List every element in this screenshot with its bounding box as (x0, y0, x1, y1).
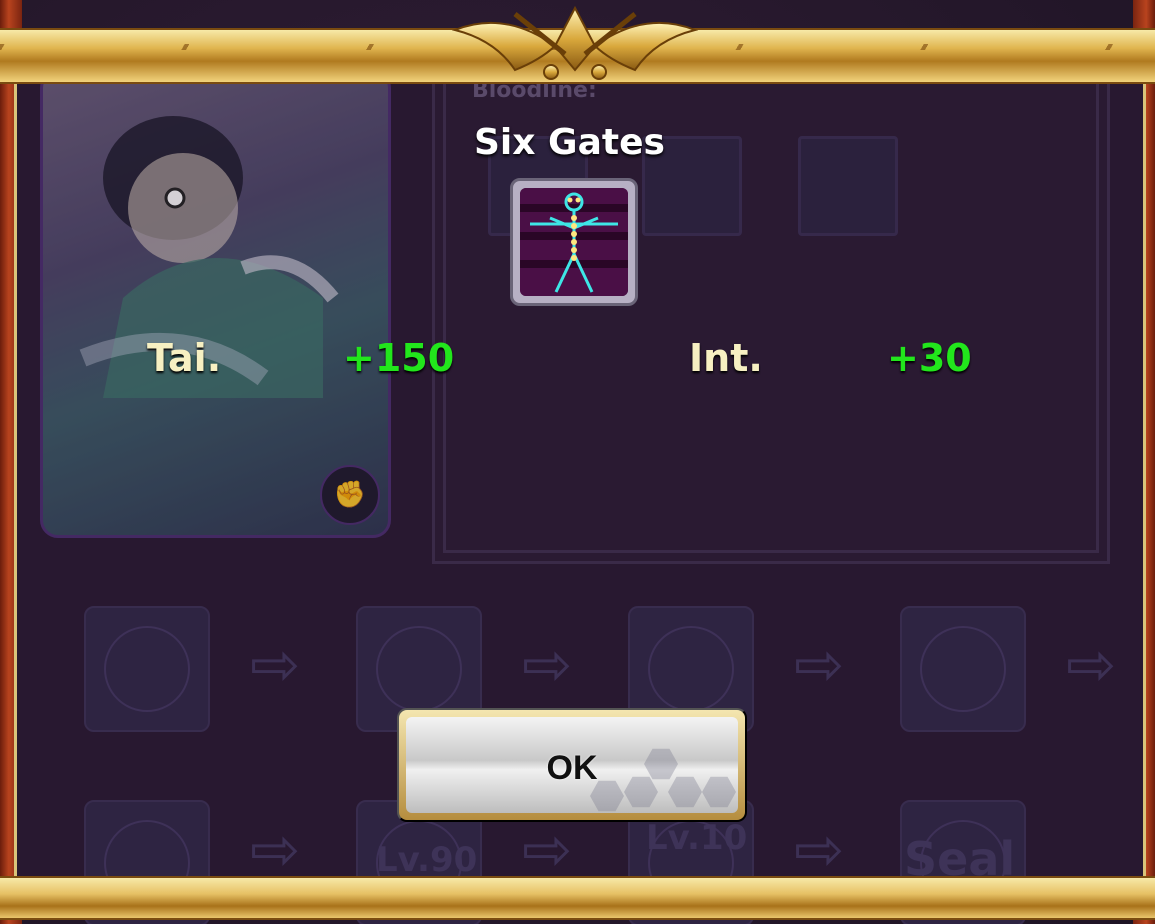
arrow-right-icon: ⇨ (250, 815, 301, 885)
arrow-right-icon: ⇨ (1066, 630, 1117, 700)
skill-name: Six Gates (474, 122, 665, 163)
upgrade-slot (900, 606, 1026, 732)
ok-button-face: OK (406, 717, 738, 813)
arrow-right-icon: ⇨ (522, 815, 573, 885)
arrow-right-icon: ⇨ (794, 630, 845, 700)
game-screen: ✊ Bloodline: ⇨ ⇨ ⇨ ⇨ ⇨ Lv.90 ⇨ Lv.10 ⇨ S… (0, 0, 1155, 924)
level-requirement: Lv.90 (376, 840, 478, 880)
arrow-right-icon: ⇨ (522, 630, 573, 700)
chakra-gates-body-icon (520, 188, 628, 296)
bloodline-slot (798, 136, 898, 236)
level-requirement: Lv.10 (646, 818, 748, 858)
upgrade-slot (84, 606, 210, 732)
stat-value-taijutsu: +150 (343, 336, 455, 380)
frame-bottom-ribbon (0, 876, 1155, 920)
character-card: ✊ (40, 70, 391, 538)
ok-button[interactable]: OK (397, 708, 747, 822)
arrow-right-icon: ⇨ (794, 815, 845, 885)
stat-label-taijutsu: Tai. (147, 336, 222, 380)
gold-crest-ornament (451, 5, 699, 80)
stat-label-intelligence: Int. (689, 336, 763, 380)
arrow-right-icon: ⇨ (250, 630, 301, 700)
taijutsu-fist-icon: ✊ (320, 465, 380, 525)
skill-icon-frame (510, 178, 638, 306)
ok-label: OK (546, 749, 598, 787)
stat-value-intelligence: +30 (887, 336, 972, 380)
